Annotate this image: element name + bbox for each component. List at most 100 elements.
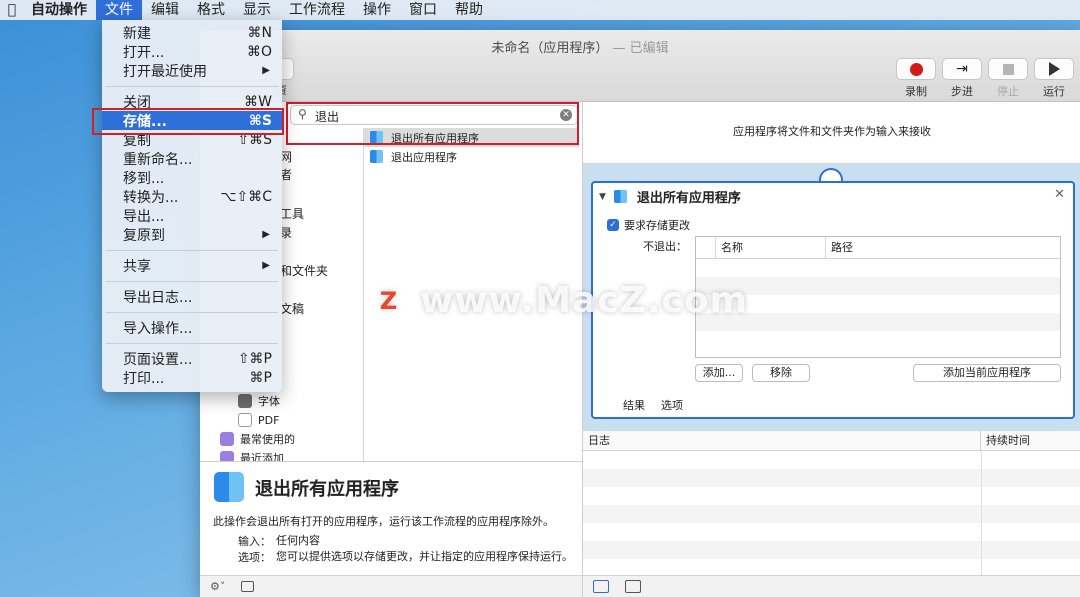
menu-item-label: 重新命名... <box>123 151 193 168</box>
submenu-arrow-icon: ▶ <box>262 65 270 76</box>
description-toggle-icon[interactable] <box>241 581 255 592</box>
split-view-icon[interactable] <box>625 580 641 593</box>
gear-icon[interactable]: ⚙˅ <box>210 580 225 593</box>
submenu-arrow-icon: ▶ <box>262 260 270 271</box>
menu-item-new[interactable]: 新建 ⌘N <box>102 23 282 42</box>
description-options-row: 选项： 您可以提供选项以存储更改，并让指定的应用程序保持运行。 <box>238 549 586 565</box>
description-input-row: 输入： 任何内容 <box>238 533 586 549</box>
menu-item-label: 转换为... <box>123 189 179 206</box>
menu-item-shortcut: ⌘N <box>247 24 272 41</box>
tab-options[interactable]: 选项 <box>661 397 683 413</box>
menu-item-label: 导出... <box>123 208 165 225</box>
library-bottom-bar: ⚙˅ <box>200 575 582 597</box>
log-row <box>583 469 1080 487</box>
menu-edit[interactable]: 编辑 <box>142 0 188 20</box>
play-icon <box>1048 62 1060 76</box>
menu-item-label: 打开最近使用 <box>123 63 207 80</box>
tab-results[interactable]: 结果 <box>623 397 645 413</box>
menu-item-export-log[interactable]: 导出日志... <box>102 287 282 306</box>
menu-format[interactable]: 格式 <box>188 0 234 20</box>
menu-item-open[interactable]: 打开... ⌘O <box>102 42 282 61</box>
options-value: 您可以提供选项以存储更改，并让指定的应用程序保持运行。 <box>276 550 573 563</box>
menu-help[interactable]: 帮助 <box>446 0 492 20</box>
menu-item-revert-to[interactable]: 复原到 ▶ <box>102 225 282 244</box>
submenu-arrow-icon: ▶ <box>262 229 270 240</box>
menu-item-shortcut: ⌘P <box>249 369 272 386</box>
remove-button[interactable]: 移除 <box>752 364 810 382</box>
apple-logo-icon[interactable]:  <box>2 2 22 18</box>
run-label: 运行 <box>1043 85 1065 98</box>
menu-item-print[interactable]: 打印... ⌘P <box>102 368 282 387</box>
record-button[interactable]: 录制 <box>896 58 936 99</box>
menu-item-import-actions[interactable]: 导入操作... <box>102 318 282 337</box>
menu-item-open-recent[interactable]: 打开最近使用 ▶ <box>102 61 282 80</box>
watermark-logo-icon: Z <box>370 281 408 320</box>
menu-item-shortcut: ⇧⌘P <box>237 350 272 367</box>
description-title: 退出所有应用程序 <box>255 479 399 500</box>
highlight-box <box>92 108 284 135</box>
menu-window[interactable]: 窗口 <box>400 0 446 20</box>
log-row <box>583 541 1080 559</box>
menu-item-rename[interactable]: 重新命名... <box>102 149 282 168</box>
action-quit-app[interactable]: 退出应用程序 <box>364 147 579 166</box>
category-label: 字体 <box>258 395 280 408</box>
file-menu: 新建 ⌘N 打开... ⌘O 打开最近使用 ▶ 关闭 ⌘W 存储... ⌘S 复制 ⇧⌘S … <box>102 20 282 392</box>
category-fragment[interactable]: 工具 <box>280 205 304 222</box>
category-pdf[interactable]: PDF <box>238 411 279 429</box>
category-fonts[interactable]: 字体 <box>238 392 280 410</box>
title-bar: 未命名（应用程序） — 已编辑 資 录制 ⇥ 步进 停止 运行 <box>200 30 1080 102</box>
record-icon <box>909 62 923 76</box>
table-row[interactable] <box>696 295 1060 313</box>
category-most-used[interactable]: 最常使用的 <box>220 430 295 448</box>
menu-view[interactable]: 显示 <box>234 0 280 20</box>
column-log[interactable]: 日志 <box>583 431 981 450</box>
add-current-app-button[interactable]: 添加当前应用程序 <box>913 364 1061 382</box>
column-path[interactable]: 路径 <box>826 237 853 258</box>
input-value: 任何内容 <box>276 534 320 547</box>
menu-item-move-to[interactable]: 移到... <box>102 168 282 187</box>
category-label: PDF <box>258 413 280 427</box>
step-button[interactable]: ⇥ 步进 <box>942 58 982 99</box>
log-pane: 日志 持续时间 <box>582 431 1080 577</box>
add-button[interactable]: 添加... <box>695 364 743 382</box>
menu-automator[interactable]: 自动操作 <box>22 0 96 20</box>
menu-item-share[interactable]: 共享 ▶ <box>102 256 282 275</box>
menu-workflow[interactable]: 工作流程 <box>280 0 354 20</box>
category-fragment[interactable]: 文稿 <box>280 300 304 317</box>
workflow-receive-text: 应用程序将文件和文件夹作为输入来接收 <box>583 102 1080 164</box>
menu-item-page-setup[interactable]: 页面设置... ⇧⌘P <box>102 349 282 368</box>
close-icon[interactable]: ✕ <box>1054 187 1065 202</box>
menu-item-label: 打印... <box>123 370 165 387</box>
category-label: 最常使用的 <box>240 433 295 446</box>
stop-button[interactable]: 停止 <box>988 58 1028 99</box>
watermark: Z www.MacZ.com <box>370 280 748 321</box>
column-name[interactable]: 名称 <box>716 237 826 258</box>
stop-icon <box>1002 63 1014 75</box>
action-card-title: 退出所有应用程序 <box>636 191 741 206</box>
ask-save-checkbox[interactable]: ✓ 要求存储更改 <box>607 217 690 233</box>
table-row[interactable] <box>696 313 1060 331</box>
disclosure-triangle-icon[interactable]: ▼ <box>599 192 606 202</box>
highlight-box <box>286 102 579 145</box>
column-duration[interactable]: 持续时间 <box>981 431 1030 450</box>
record-label: 录制 <box>905 85 927 98</box>
menu-bar:  自动操作 文件 编辑 格式 显示 工作流程 操作 窗口 帮助 <box>0 0 1080 20</box>
table-row[interactable] <box>696 259 1060 277</box>
menu-file[interactable]: 文件 <box>96 0 142 20</box>
noquit-label: 不退出： <box>643 240 687 253</box>
list-view-icon[interactable] <box>593 580 609 593</box>
noquit-table[interactable]: 名称 路径 <box>695 236 1061 358</box>
menu-separator <box>106 86 278 87</box>
menu-item-label: 移到... <box>123 170 165 187</box>
menu-item-export[interactable]: 导出... <box>102 206 282 225</box>
menu-actions[interactable]: 操作 <box>354 0 400 20</box>
menu-separator <box>106 281 278 282</box>
menu-item-label: 共享 <box>123 258 151 275</box>
menu-item-label: 导出日志... <box>123 289 193 306</box>
menu-item-convert-to[interactable]: 转换为... ⌥⇧⌘C <box>102 187 282 206</box>
action-label: 退出应用程序 <box>391 150 457 164</box>
run-button[interactable]: 运行 <box>1034 58 1074 99</box>
table-row[interactable] <box>696 331 1060 349</box>
table-row[interactable] <box>696 277 1060 295</box>
category-fragment[interactable]: 和文件夹 <box>280 262 328 279</box>
